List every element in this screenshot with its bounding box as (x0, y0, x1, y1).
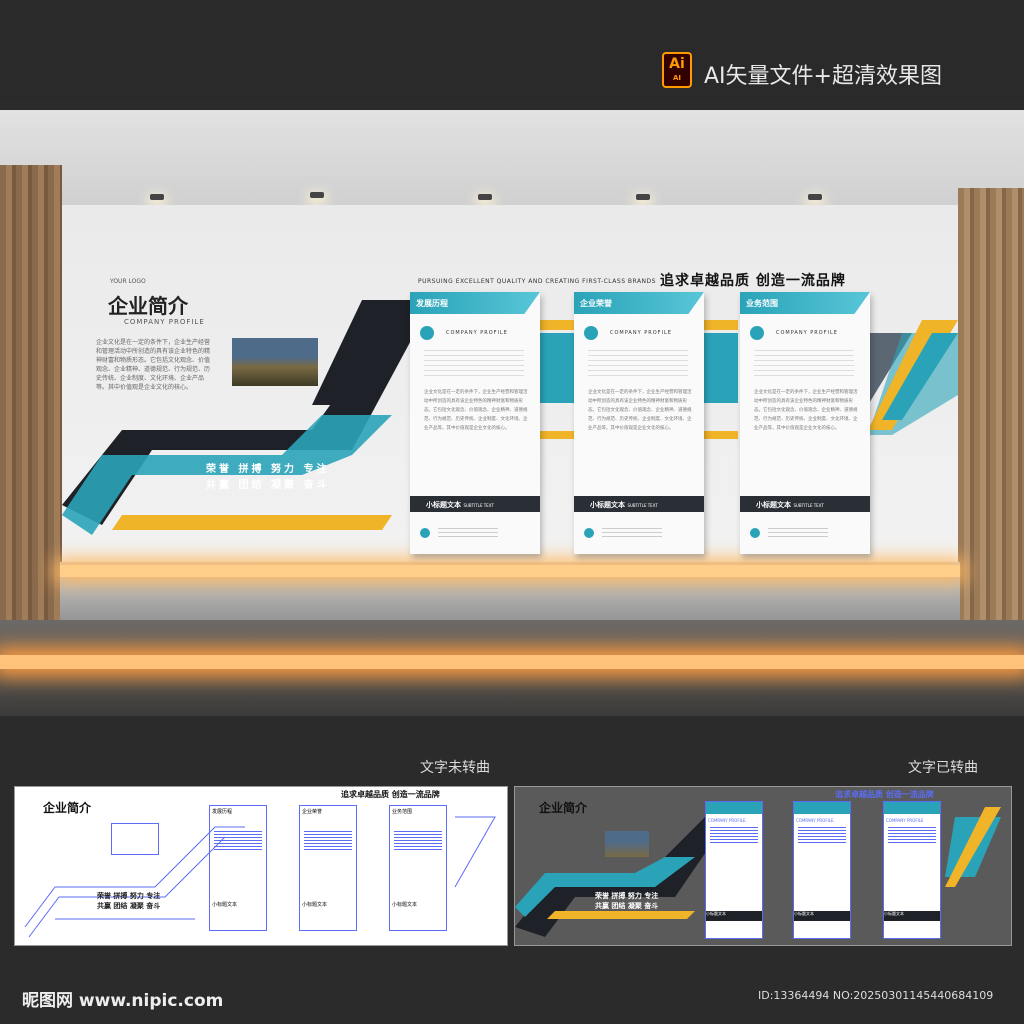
thumb-panel: 业务范围 小标题文本 (389, 805, 447, 931)
wall-paragraph: 企业文化是在一定的条件下，企业生产经营和管理活动中所创造的具有该企业特色的精神财… (96, 339, 211, 391)
circle-icon (750, 528, 760, 538)
wall-subtitle: COMPANY PROFILE (124, 318, 205, 326)
placeholder-lines (768, 528, 828, 538)
circle-icon (750, 326, 764, 340)
thumb-panel: COMPANY PROFILE 小标题文本 (883, 801, 941, 939)
thumb-motto-1: 荣誉 拼搏 努力 专注 (97, 892, 161, 900)
placeholder-lines (602, 528, 662, 538)
image-id: ID:13364494 NO:20250301145440684109 (758, 989, 994, 1002)
thumb-slogan: 追求卓越品质 创造一流品牌 (835, 790, 934, 799)
thumb-title: 企业简介 (539, 801, 588, 815)
ceiling-light (150, 194, 164, 200)
thumb-slogan: 追求卓越品质 创造一流品牌 (341, 790, 440, 799)
file-type-title: AI矢量文件+超清效果图 (704, 64, 942, 89)
slogan-english: PURSUING EXCELLENT QUALITY AND CREATING … (418, 278, 656, 285)
motto-line-2: 共赢 团结 凝聚 奋斗 (206, 480, 330, 491)
thumb-panel: 发展历程 小标题文本 (209, 805, 267, 931)
caption-unoutlined: 文字未转曲 (420, 760, 490, 776)
panel-honors: 企业荣誉 COMPANY PROFILE 企业文化是在一定的条件下，企业生产经营… (574, 292, 704, 554)
motto-line-1: 荣誉 拼搏 努力 专注 (206, 464, 330, 475)
circle-icon (420, 528, 430, 538)
thumb-panel: 企业荣誉 小标题文本 (299, 805, 357, 931)
site-watermark: 昵图网 www.nipic.com (22, 991, 224, 1011)
panel-subtitle: 小标题文本 SUBTITLE TEXT (426, 501, 494, 509)
placeholder-lines (588, 350, 688, 376)
ceiling-light (808, 194, 822, 200)
ai-badge-sub: AI (672, 74, 682, 82)
thumb-photo (605, 831, 649, 857)
placeholder-lines (424, 350, 524, 376)
thumb-motto-2: 共赢 团结 凝聚 奋斗 (97, 902, 161, 910)
thumb-motto-1: 荣誉 拼搏 努力 专注 (595, 892, 659, 900)
thumb-panel: COMPANY PROFILE 小标题文本 (793, 801, 851, 939)
circle-icon (584, 326, 598, 340)
circle-icon (584, 528, 594, 538)
panel-text: 企业文化是在一定的条件下，企业生产经营和管理活动中所创造的具有该企业特色的精神财… (754, 390, 858, 431)
outlined-thumbnail: 企业简介 追求卓越品质 创造一流品牌 荣誉 拼搏 努力 专注 共赢 团结 凝聚 … (514, 786, 1012, 946)
panel-business: 业务范围 COMPANY PROFILE 企业文化是在一定的条件下，企业生产经营… (740, 292, 870, 554)
panel-text: 企业文化是在一定的条件下，企业生产经营和管理活动中所创造的具有该企业特色的精神财… (424, 390, 528, 431)
panel-subtitle: 小标题文本 SUBTITLE TEXT (756, 501, 824, 509)
ceiling-light (310, 192, 324, 198)
panel-title: 业务范围 (746, 299, 778, 308)
ceiling-light (478, 194, 492, 200)
panel-title: 发展历程 (416, 299, 448, 308)
caption-outlined: 文字已转曲 (908, 760, 978, 776)
placeholder-lines (754, 350, 854, 376)
thumb-motto-2: 共赢 团结 凝聚 奋斗 (595, 902, 659, 910)
ceiling-light (636, 194, 650, 200)
placeholder-lines (438, 528, 498, 538)
panel-profile: COMPANY PROFILE (610, 330, 672, 336)
circle-icon (420, 326, 434, 340)
panel-profile: COMPANY PROFILE (776, 330, 838, 336)
render-scene: YOUR LOGO 企业简介 COMPANY PROFILE 企业文化是在一定的… (0, 110, 1024, 716)
slogan-chinese: 追求卓越品质 创造一流品牌 (660, 273, 846, 289)
your-logo: YOUR LOGO (110, 278, 146, 285)
led-strip-floor (0, 655, 1024, 669)
wall-title: 企业简介 (108, 294, 188, 318)
thumb-panel: COMPANY PROFILE 小标题文本 (705, 801, 763, 939)
landscape-photo (232, 338, 318, 386)
wireframe-thumbnail: 企业简介 追求卓越品质 创造一流品牌 荣誉 拼搏 努力 专注 共赢 团结 凝聚 … (14, 786, 508, 946)
panel-profile: COMPANY PROFILE (446, 330, 508, 336)
adobe-illustrator-icon: Ai AI (662, 52, 692, 88)
ai-badge-text: Ai (669, 56, 685, 72)
panel-text: 企业文化是在一定的条件下，企业生产经营和管理活动中所创造的具有该企业特色的精神财… (588, 390, 692, 431)
panel-title: 企业荣誉 (580, 299, 612, 308)
panel-development: 发展历程 COMPANY PROFILE 企业文化是在一定的条件下，企业生产经营… (410, 292, 540, 554)
panel-subtitle: 小标题文本 SUBTITLE TEXT (590, 501, 658, 509)
